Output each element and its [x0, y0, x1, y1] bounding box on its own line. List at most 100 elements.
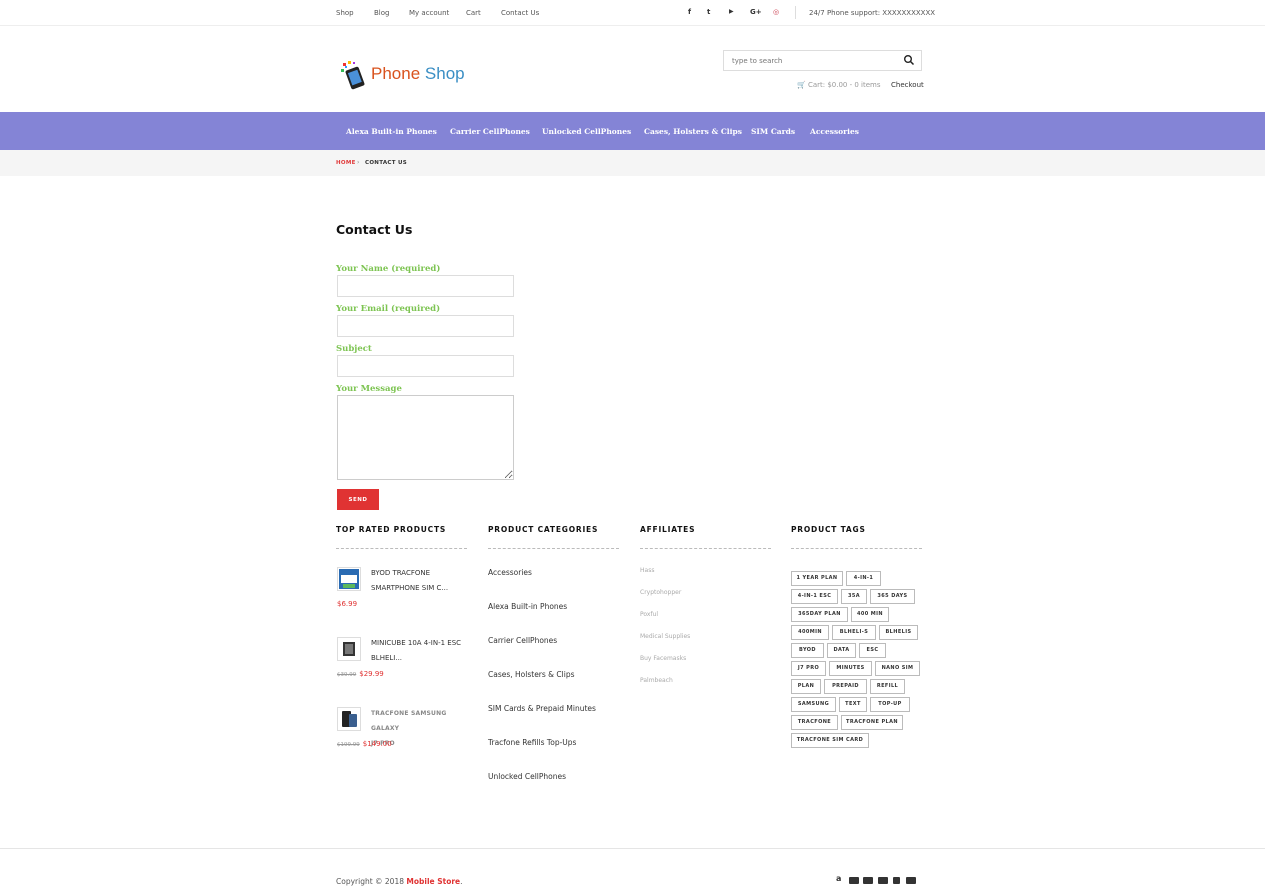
product-name-line: MINICUBE 10A 4-IN-1 ESC [371, 639, 462, 647]
category-link[interactable]: Cases, Holsters & Clips [488, 670, 574, 679]
nav-item-alexa[interactable]: Alexa Built-in Phones [346, 127, 437, 136]
product-thumbnail[interactable] [337, 707, 361, 731]
tag-link[interactable]: 1 YEAR PLAN [791, 571, 843, 586]
tag-link[interactable]: BYOD [791, 643, 824, 658]
cart-icon: 🛒 [797, 81, 806, 89]
affiliate-link[interactable]: Hass [640, 567, 654, 574]
twitter-icon[interactable]: t [707, 8, 710, 16]
product-name[interactable]: MINICUBE 10A 4-IN-1 ESC BLHELI... [371, 636, 471, 666]
page-title: Contact Us [336, 222, 413, 237]
top-bar: Shop Blog My account Cart Contact Us f t… [0, 0, 1265, 26]
nav-item-carrier[interactable]: Carrier CellPhones [450, 127, 530, 136]
google-plus-icon[interactable]: G+ [750, 8, 762, 16]
tag-link[interactable]: J7 PRO [791, 661, 826, 676]
product-name-line: BLHELI... [371, 654, 403, 662]
product-thumbnail[interactable] [337, 637, 361, 661]
youtube-icon[interactable]: ▶ [729, 8, 734, 15]
tag-link[interactable]: 400MIN [791, 625, 829, 640]
product-price: $6.99 [337, 600, 357, 608]
facebook-icon[interactable]: f [688, 8, 691, 16]
logo-word-shop: Shop [424, 64, 465, 83]
nav-item-sim-cards[interactable]: SIM Cards [751, 127, 795, 136]
email-field[interactable] [337, 315, 514, 337]
toplink-my-account[interactable]: My account [409, 9, 449, 17]
affiliates-title: AFFILIATES [640, 525, 696, 534]
tag-link[interactable]: TOP-UP [870, 697, 910, 712]
phone-support: 24/7 Phone support: XXXXXXXXXXX [809, 9, 936, 17]
message-field[interactable] [337, 395, 514, 480]
tag-link[interactable]: 4-IN-1 ESC [791, 589, 838, 604]
breadcrumb-current: CONTACT US [365, 160, 408, 166]
category-link[interactable]: SIM Cards & Prepaid Minutes [488, 704, 596, 713]
affiliate-link[interactable]: Medical Supplies [640, 633, 690, 640]
paypal-icon [893, 877, 900, 884]
credit-card-icon [906, 877, 916, 884]
tag-link[interactable]: DATA [827, 643, 856, 658]
checkout-link[interactable]: Checkout [891, 81, 924, 89]
category-link[interactable]: Alexa Built-in Phones [488, 602, 567, 611]
tag-link[interactable]: MINUTES [829, 661, 872, 676]
nav-item-accessories[interactable]: Accessories [810, 127, 859, 136]
tag-link[interactable]: 35A [841, 589, 867, 604]
product-name[interactable]: BYOD TRACFONE SMARTPHONE SIM C... [371, 566, 471, 596]
tag-link[interactable]: BLHELIS [879, 625, 918, 640]
toplink-shop[interactable]: Shop [336, 9, 354, 17]
category-link[interactable]: Accessories [488, 568, 532, 577]
tag-link[interactable]: 365DAY PLAN [791, 607, 848, 622]
brand-link[interactable]: Mobile Store [406, 877, 460, 886]
category-link[interactable]: Tracfone Refills Top-Ups [488, 738, 576, 747]
product-price: $39.99 $29.99 [337, 670, 384, 678]
breadcrumb-home[interactable]: HOME [336, 160, 356, 166]
nav-item-unlocked[interactable]: Unlocked CellPhones [542, 127, 631, 136]
visa-icon [878, 877, 888, 884]
tag-link[interactable]: BLHELI-S [832, 625, 876, 640]
search-input[interactable] [724, 51, 900, 70]
tag-link[interactable]: PREPAID [824, 679, 867, 694]
email-label: Your Email (required) [336, 304, 441, 314]
main-nav: Alexa Built-in Phones Carrier CellPhones… [0, 112, 1265, 150]
tag-link[interactable]: ESC [859, 643, 886, 658]
mastercard-icon [863, 877, 873, 884]
cart-summary-text: Cart: $0.00 - 0 items [807, 81, 881, 89]
tag-link[interactable]: 365 DAYS [870, 589, 915, 604]
category-link[interactable]: Carrier CellPhones [488, 636, 557, 645]
affiliate-link[interactable]: Palmbeach [640, 677, 673, 684]
tag-link[interactable]: TRACFONE PLAN [841, 715, 903, 730]
tag-link[interactable]: PLAN [791, 679, 821, 694]
phone-shop-logo-icon[interactable] [340, 60, 370, 90]
tag-link[interactable]: TRACFONE SIM CARD [791, 733, 869, 748]
product-thumbnail[interactable] [337, 567, 361, 591]
toplink-cart[interactable]: Cart [466, 9, 481, 17]
tag-link[interactable]: TRACFONE [791, 715, 838, 730]
cart-summary[interactable]: 🛒 Cart: $0.00 - 0 items [797, 81, 881, 89]
tag-link[interactable]: NANO SIM [875, 661, 920, 676]
toplink-blog[interactable]: Blog [374, 9, 389, 17]
tag-link[interactable]: 400 MIN [851, 607, 889, 622]
subject-label: Subject [336, 344, 372, 354]
tag-link[interactable]: SAMSUNG [791, 697, 836, 712]
logo-text[interactable]: Phone Shop [371, 64, 465, 84]
product-name-line: BYOD TRACFONE [371, 569, 431, 577]
subject-field[interactable] [337, 355, 514, 377]
breadcrumb [0, 150, 1265, 176]
product-name-line: SMARTPHONE SIM C... [371, 584, 449, 592]
nav-item-cases[interactable]: Cases, Holsters & Clips [644, 127, 742, 136]
send-button[interactable]: SEND [337, 489, 379, 510]
divider [0, 848, 1265, 849]
category-link[interactable]: Unlocked CellPhones [488, 772, 566, 781]
tags-title: PRODUCT TAGS [791, 525, 866, 534]
top-rated-title: TOP RATED PRODUCTS [336, 525, 447, 534]
tag-link[interactable]: REFILL [870, 679, 905, 694]
affiliate-link[interactable]: Buy Facemasks [640, 655, 686, 662]
product-price: $199.99 $149.00 [337, 740, 392, 748]
sim-card-package-icon [339, 569, 359, 589]
tag-link[interactable]: TEXT [839, 697, 867, 712]
name-field[interactable] [337, 275, 514, 297]
instagram-icon[interactable]: ◎ [773, 8, 779, 16]
affiliate-link[interactable]: Poxful [640, 611, 658, 618]
affiliate-link[interactable]: Cryptohopper [640, 589, 681, 596]
search-icon[interactable] [903, 54, 915, 66]
tag-link[interactable]: 4-IN-1 [846, 571, 881, 586]
esc-board-icon [343, 642, 355, 656]
toplink-contact-us[interactable]: Contact Us [501, 9, 539, 17]
